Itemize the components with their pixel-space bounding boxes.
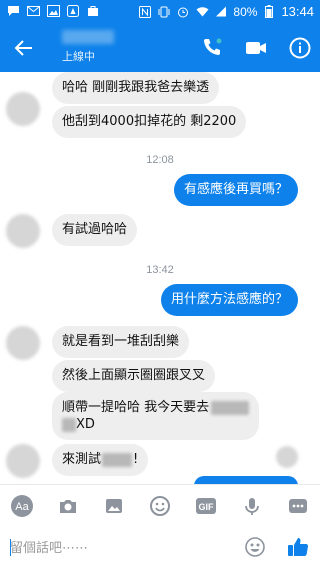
message-incoming[interactable]: 然後上面顯示圈圈跟叉叉 — [52, 360, 216, 392]
active-status: 上線中 — [62, 51, 95, 63]
contact-name-redacted[interactable] — [62, 30, 114, 44]
microphone-icon[interactable] — [241, 495, 263, 517]
gif-icon[interactable]: GIF — [195, 495, 217, 517]
image-icon — [46, 4, 60, 18]
svg-text:GIF: GIF — [199, 502, 215, 512]
composer-toolbar: Aa GIF — [0, 484, 320, 526]
message-incoming[interactable]: 有試過哈哈 — [52, 214, 138, 246]
nfc-icon — [138, 5, 152, 19]
avatar[interactable] — [6, 92, 40, 126]
keyboard-aa-icon[interactable]: Aa — [11, 495, 33, 517]
mail-icon — [26, 4, 40, 18]
read-receipt-avatar — [276, 446, 298, 468]
app-icon — [66, 4, 80, 18]
more-icon[interactable] — [287, 495, 309, 517]
battery-percent: 80% — [233, 4, 258, 19]
message-outgoing[interactable]: 用什麼方法感應的？ — [160, 284, 298, 316]
alarm-icon — [176, 5, 190, 19]
message-input[interactable] — [10, 538, 230, 558]
message-incoming[interactable]: 來測試! — [52, 444, 149, 476]
message-incoming[interactable]: 哈哈 剛剛我跟我爸去樂透 — [52, 72, 220, 104]
clock: 13:44 — [281, 4, 314, 19]
message-incoming-multiline[interactable]: 順帶一提哈哈 我今天要去 XD — [52, 392, 260, 440]
composer — [0, 526, 320, 569]
wifi-icon — [195, 5, 209, 19]
signal-icon — [214, 5, 228, 19]
message-text: 來測試 — [62, 452, 102, 467]
info-icon[interactable] — [288, 36, 312, 60]
message-list[interactable]: 哈哈 剛剛我跟我爸去樂透 他刮到4000扣掉花的 剩2200 12:08 有感應… — [0, 72, 320, 484]
status-bar: 80% 13:44 — [0, 0, 320, 24]
message-text: XD — [76, 417, 95, 432]
battery-icon — [262, 5, 276, 19]
redacted-text — [62, 417, 76, 432]
timestamp: 13:42 — [146, 264, 174, 276]
bag-icon — [86, 4, 100, 18]
svg-text:Aa: Aa — [15, 501, 29, 513]
redacted-text — [211, 400, 250, 415]
redacted-text — [102, 452, 133, 467]
sticker-icon[interactable] — [244, 536, 266, 558]
video-camera-icon[interactable] — [244, 36, 268, 60]
conversation-header: 上線中 — [0, 24, 320, 72]
message-text: 順帶一提哈哈 我今天要去 — [62, 400, 210, 415]
message-incoming[interactable]: 就是看到一堆刮刮樂 — [52, 326, 190, 358]
avatar[interactable] — [6, 214, 40, 248]
gallery-icon[interactable] — [103, 495, 125, 517]
like-thumb-icon[interactable] — [286, 535, 310, 559]
message-text: ! — [133, 452, 139, 467]
emoji-icon[interactable] — [149, 495, 171, 517]
back-arrow-icon[interactable] — [12, 36, 36, 60]
phone-icon[interactable] — [200, 36, 224, 60]
timestamp: 12:08 — [146, 154, 174, 166]
message-incoming[interactable]: 他刮到4000扣掉花的 剩2200 — [52, 106, 247, 138]
message-outgoing[interactable]: 有感應後再買嗎？ — [173, 174, 298, 206]
message-outgoing-partial[interactable] — [194, 476, 298, 484]
camera-icon[interactable] — [57, 495, 79, 517]
avatar[interactable] — [6, 444, 40, 478]
chat-notification-icon — [6, 4, 20, 18]
avatar[interactable] — [6, 326, 40, 360]
vibrate-icon — [157, 5, 171, 19]
